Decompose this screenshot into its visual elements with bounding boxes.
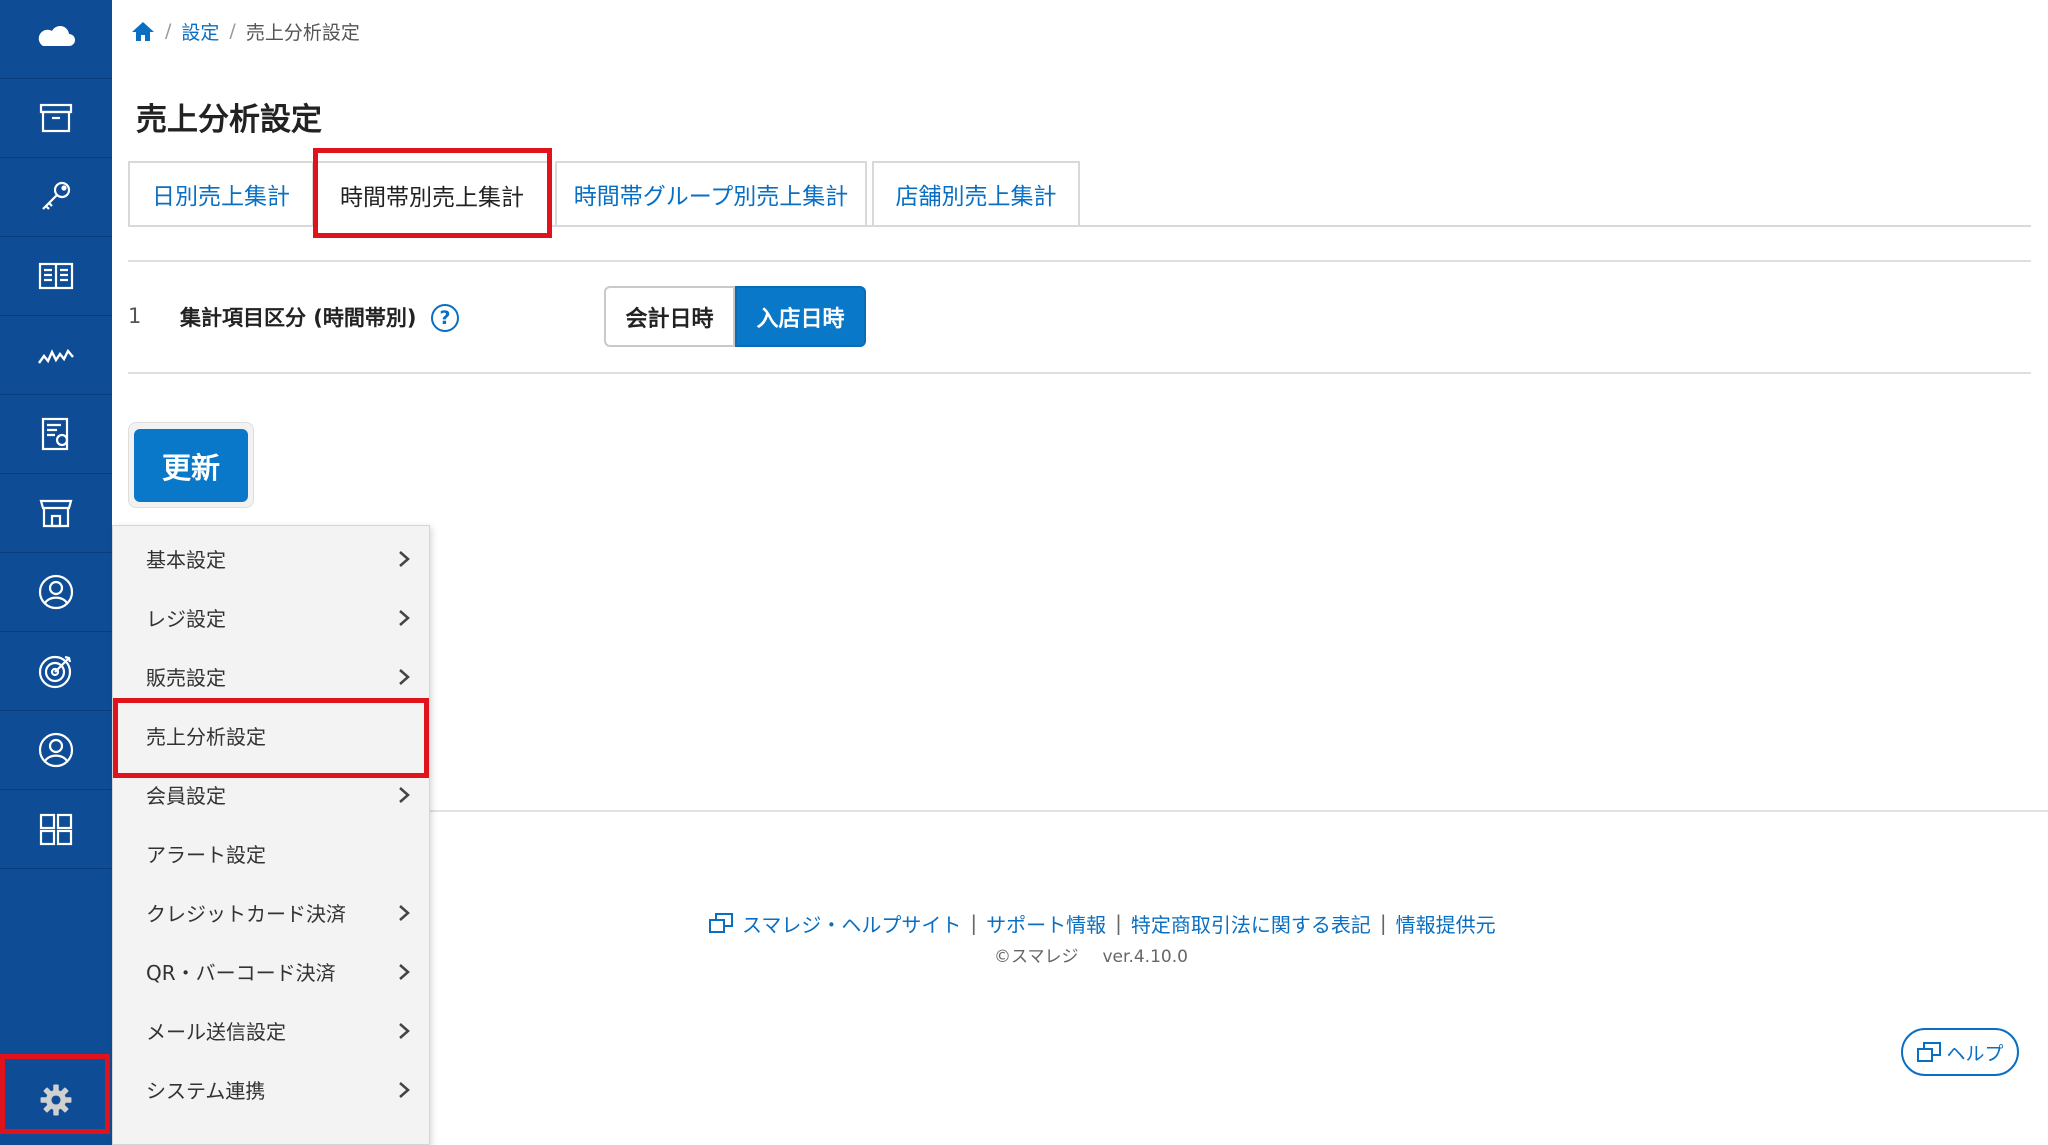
help-button[interactable]: ヘルプ bbox=[1901, 1028, 2019, 1076]
menu-item-label: 基本設定 bbox=[146, 548, 226, 572]
apps-grid-icon bbox=[39, 813, 73, 846]
menu-item-qr-barcode-payment[interactable]: QR・バーコード決済 bbox=[113, 942, 429, 1001]
chevron-right-icon bbox=[399, 669, 410, 685]
footer-separator: | bbox=[1379, 911, 1387, 935]
tab-hourly-sales[interactable]: 時間帯別売上集計 bbox=[314, 161, 550, 227]
tab-daily-sales[interactable]: 日別売上集計 bbox=[128, 161, 314, 225]
menu-item-label: システム連携 bbox=[146, 1079, 266, 1103]
menu-item-label: メール送信設定 bbox=[146, 1020, 286, 1044]
sidebar-item-targets[interactable] bbox=[0, 632, 112, 711]
menu-item-register-settings[interactable]: レジ設定 bbox=[113, 588, 429, 647]
setting-label: 集計項目区分 (時間帯別) bbox=[180, 306, 417, 330]
store-icon bbox=[39, 499, 73, 528]
settings-menu: 基本設定 レジ設定 販売設定 売上分析設定 会員設定 アラート設定 クレジットカ… bbox=[112, 525, 430, 1145]
tab-hourly-group-sales[interactable]: 時間帯グループ別売上集計 bbox=[555, 161, 867, 225]
breadcrumb-link-settings[interactable]: 設定 bbox=[181, 18, 219, 45]
cloud-logo-icon bbox=[38, 26, 75, 49]
chevron-right-icon bbox=[399, 551, 410, 567]
sidebar-item-stores[interactable] bbox=[0, 474, 112, 553]
sidebar-item-home-logo[interactable] bbox=[0, 0, 112, 79]
tab-label: 日別売上集計 bbox=[152, 184, 290, 210]
menu-item-member-settings[interactable]: 会員設定 bbox=[113, 765, 429, 824]
menu-item-label: クレジットカード決済 bbox=[146, 902, 346, 926]
sidebar-item-analytics[interactable] bbox=[0, 316, 112, 395]
footer-links: スマレジ・ヘルプサイト | サポート情報 | 特定商取引法に関する表記 | 情報… bbox=[708, 908, 1496, 938]
user-icon bbox=[38, 732, 74, 768]
home-icon[interactable] bbox=[131, 20, 155, 42]
chevron-right-icon bbox=[399, 1082, 410, 1098]
breadcrumb-separator: / bbox=[165, 20, 172, 42]
tab-store-sales[interactable]: 店舗別売上集計 bbox=[872, 161, 1080, 225]
menu-item-alert-settings[interactable]: アラート設定 bbox=[113, 824, 429, 883]
sidebar-item-apps[interactable] bbox=[0, 790, 112, 869]
sidebar-item-products[interactable] bbox=[0, 79, 112, 158]
menu-item-system-integration[interactable]: システム連携 bbox=[113, 1060, 429, 1119]
breadcrumb: / 設定 / 売上分析設定 bbox=[131, 18, 360, 44]
menu-item-label: レジ設定 bbox=[146, 607, 226, 631]
tab-label: 時間帯グループ別売上集計 bbox=[573, 184, 849, 210]
key-icon bbox=[42, 181, 71, 210]
footer-link-help-site[interactable]: スマレジ・ヘルプサイト bbox=[742, 909, 961, 938]
archive-box-icon bbox=[39, 103, 73, 133]
breadcrumb-separator: / bbox=[229, 20, 236, 42]
chevron-right-icon bbox=[399, 787, 410, 803]
menu-item-basic-settings[interactable]: 基本設定 bbox=[113, 529, 429, 588]
menu-item-credit-card-payment[interactable]: クレジットカード決済 bbox=[113, 883, 429, 942]
version-text: ver.4.10.0 bbox=[1102, 947, 1188, 967]
chevron-right-icon bbox=[399, 610, 410, 626]
chevron-right-icon bbox=[399, 905, 410, 921]
analytics-line-icon bbox=[38, 348, 74, 364]
footer-copyright: ©スマレジ ver.4.10.0 bbox=[994, 942, 1188, 967]
footer-divider bbox=[430, 810, 2048, 812]
sidebar-item-customers[interactable] bbox=[0, 553, 112, 632]
footer-separator: | bbox=[970, 911, 978, 935]
tab-label: 時間帯別売上集計 bbox=[340, 185, 524, 211]
menu-item-sales-settings[interactable]: 販売設定 bbox=[113, 647, 429, 706]
help-question-icon[interactable]: ? bbox=[431, 304, 459, 332]
update-button[interactable]: 更新 bbox=[134, 429, 248, 502]
sidebar-item-settings[interactable] bbox=[0, 1054, 112, 1145]
sidebar-item-members[interactable] bbox=[0, 711, 112, 790]
tab-label: 店舗別売上集計 bbox=[895, 184, 1057, 210]
copyright-text: ©スマレジ bbox=[994, 947, 1079, 967]
menu-item-label: 販売設定 bbox=[146, 666, 226, 690]
book-icon bbox=[38, 262, 74, 290]
sidebar-item-manual[interactable] bbox=[0, 237, 112, 316]
page-title: 売上分析設定 bbox=[136, 102, 322, 138]
option-entry-time[interactable]: 入店日時 bbox=[735, 286, 866, 347]
menu-item-label: アラート設定 bbox=[146, 843, 266, 867]
sidebar-nav bbox=[0, 0, 112, 1145]
divider bbox=[128, 372, 2031, 374]
customer-icon bbox=[38, 574, 74, 610]
setting-number: 1 bbox=[128, 304, 142, 328]
footer-link-support[interactable]: サポート情報 bbox=[986, 909, 1106, 938]
target-icon bbox=[38, 655, 72, 689]
divider bbox=[128, 260, 2031, 262]
menu-item-label: 売上分析設定 bbox=[146, 725, 266, 749]
external-window-icon bbox=[1917, 1042, 1942, 1062]
chevron-right-icon bbox=[399, 1023, 410, 1039]
footer-link-legal[interactable]: 特定商取引法に関する表記 bbox=[1131, 909, 1371, 938]
menu-item-sales-analysis-settings[interactable]: 売上分析設定 bbox=[113, 706, 429, 765]
report-icon bbox=[41, 417, 69, 451]
chevron-right-icon bbox=[399, 964, 410, 980]
menu-item-email-settings[interactable]: メール送信設定 bbox=[113, 1001, 429, 1060]
gear-icon bbox=[40, 1084, 72, 1115]
sidebar-item-reports[interactable] bbox=[0, 395, 112, 474]
external-window-icon bbox=[709, 913, 733, 933]
breadcrumb-current: 売上分析設定 bbox=[245, 21, 360, 44]
footer-link-source[interactable]: 情報提供元 bbox=[1396, 909, 1496, 938]
option-checkout-time[interactable]: 会計日時 bbox=[604, 286, 735, 347]
sidebar-item-permissions[interactable] bbox=[0, 158, 112, 237]
menu-item-label: QR・バーコード決済 bbox=[146, 961, 336, 985]
footer-separator: | bbox=[1115, 911, 1122, 935]
help-button-label: ヘルプ bbox=[1946, 1042, 2004, 1065]
menu-item-label: 会員設定 bbox=[146, 784, 226, 808]
